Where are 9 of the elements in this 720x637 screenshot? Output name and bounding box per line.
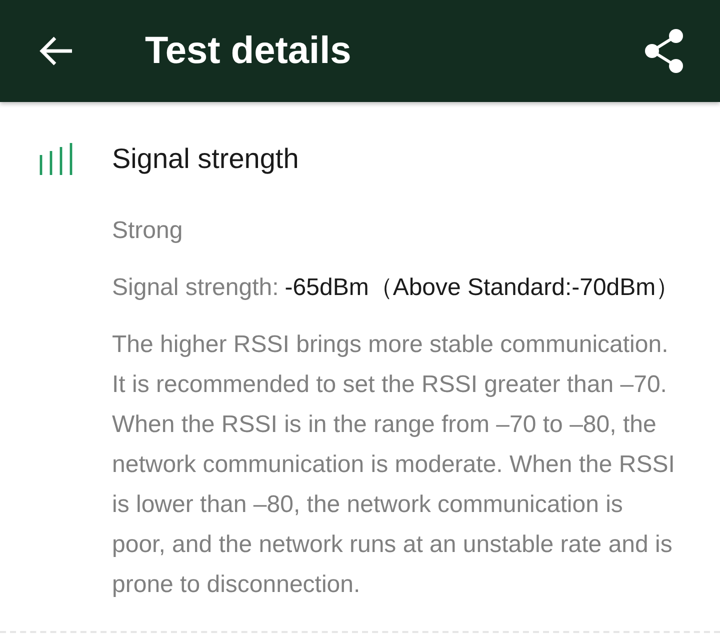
reading-label: Signal strength: xyxy=(112,273,279,303)
signal-status: Strong xyxy=(112,216,184,246)
page-title: Test details xyxy=(145,30,352,72)
reading-value: -65dBm（Above Standard:-70dBm） xyxy=(284,273,680,303)
signal-bars-icon xyxy=(39,143,73,175)
section-title: Signal strength xyxy=(112,143,299,175)
back-icon[interactable] xyxy=(39,36,73,66)
share-icon[interactable] xyxy=(644,28,684,74)
description-text: The higher RSSI brings more stable communication. It is recommended to set the RSSI greater than –70. When the RSSI is in the range from –70 to –80, the network communication is moderate. When the RSSI is lower than –80, the network communication is poor, and the network runs at an unstable rate and is prone to disconnection. xyxy=(112,330,676,600)
